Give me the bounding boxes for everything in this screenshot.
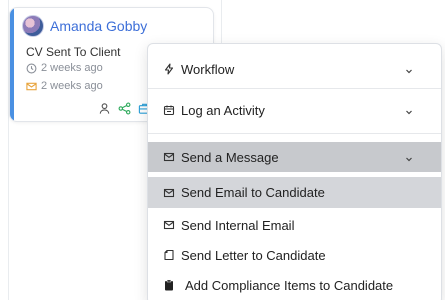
menu-item-workflow[interactable]: Workflow [148,54,441,84]
document-icon [163,249,175,261]
menu-label-send-internal: Send Internal Email [181,217,295,233]
calendar-icon [163,104,175,116]
chevron-down-icon [404,105,414,115]
menu-item-log-activity[interactable]: Log an Activity [148,94,441,126]
menu-label-send-message: Send a Message [181,149,279,165]
envelope-icon [26,81,37,92]
menu-label-add-compliance: Add Compliance Items to Candidate [185,277,394,293]
envelope-icon [163,151,175,163]
menu-label-send-email: Send Email to Candidate [181,185,325,200]
share-icon[interactable] [118,102,131,120]
menu-item-send-letter-to-candidate[interactable]: Send Letter to Candidate [148,240,441,270]
lightning-icon [163,63,175,75]
clock-icon [26,63,37,74]
card-header: Amanda Gobby [22,15,147,37]
menu-label-send-letter: Send Letter to Candidate [181,247,326,263]
avatar[interactable] [22,15,44,37]
clipboard-icon [163,279,175,291]
menu-divider [148,88,441,89]
envelope-icon [163,219,175,231]
menu-item-send-email-to-candidate[interactable]: Send Email to Candidate [148,177,441,208]
menu-item-send-internal-email[interactable]: Send Internal Email [148,210,441,240]
person-icon[interactable] [98,102,111,120]
menu-label-log-activity: Log an Activity [181,102,265,118]
envelope-icon [163,187,175,199]
card-meta-email: 2 weeks ago [26,80,103,92]
menu-divider [148,133,441,134]
meta-time-text: 2 weeks ago [41,62,103,74]
chevron-down-icon [404,152,414,162]
menu-label-workflow: Workflow [181,61,235,77]
actions-dropdown-menu: Workflow Log an Activity Send a Message … [147,43,442,300]
meta-time-text: 2 weeks ago [41,80,103,92]
candidate-status: CV Sent To Client [26,45,121,59]
candidate-name-link[interactable]: Amanda Gobby [50,18,147,34]
menu-item-add-compliance-items[interactable]: Add Compliance Items to Candidate [148,270,441,300]
card-actions [98,102,151,120]
menu-item-send-message[interactable]: Send a Message [148,142,441,172]
card-meta-time: 2 weeks ago [26,62,103,74]
chevron-down-icon [404,64,414,74]
card-accent-bar [10,8,14,121]
